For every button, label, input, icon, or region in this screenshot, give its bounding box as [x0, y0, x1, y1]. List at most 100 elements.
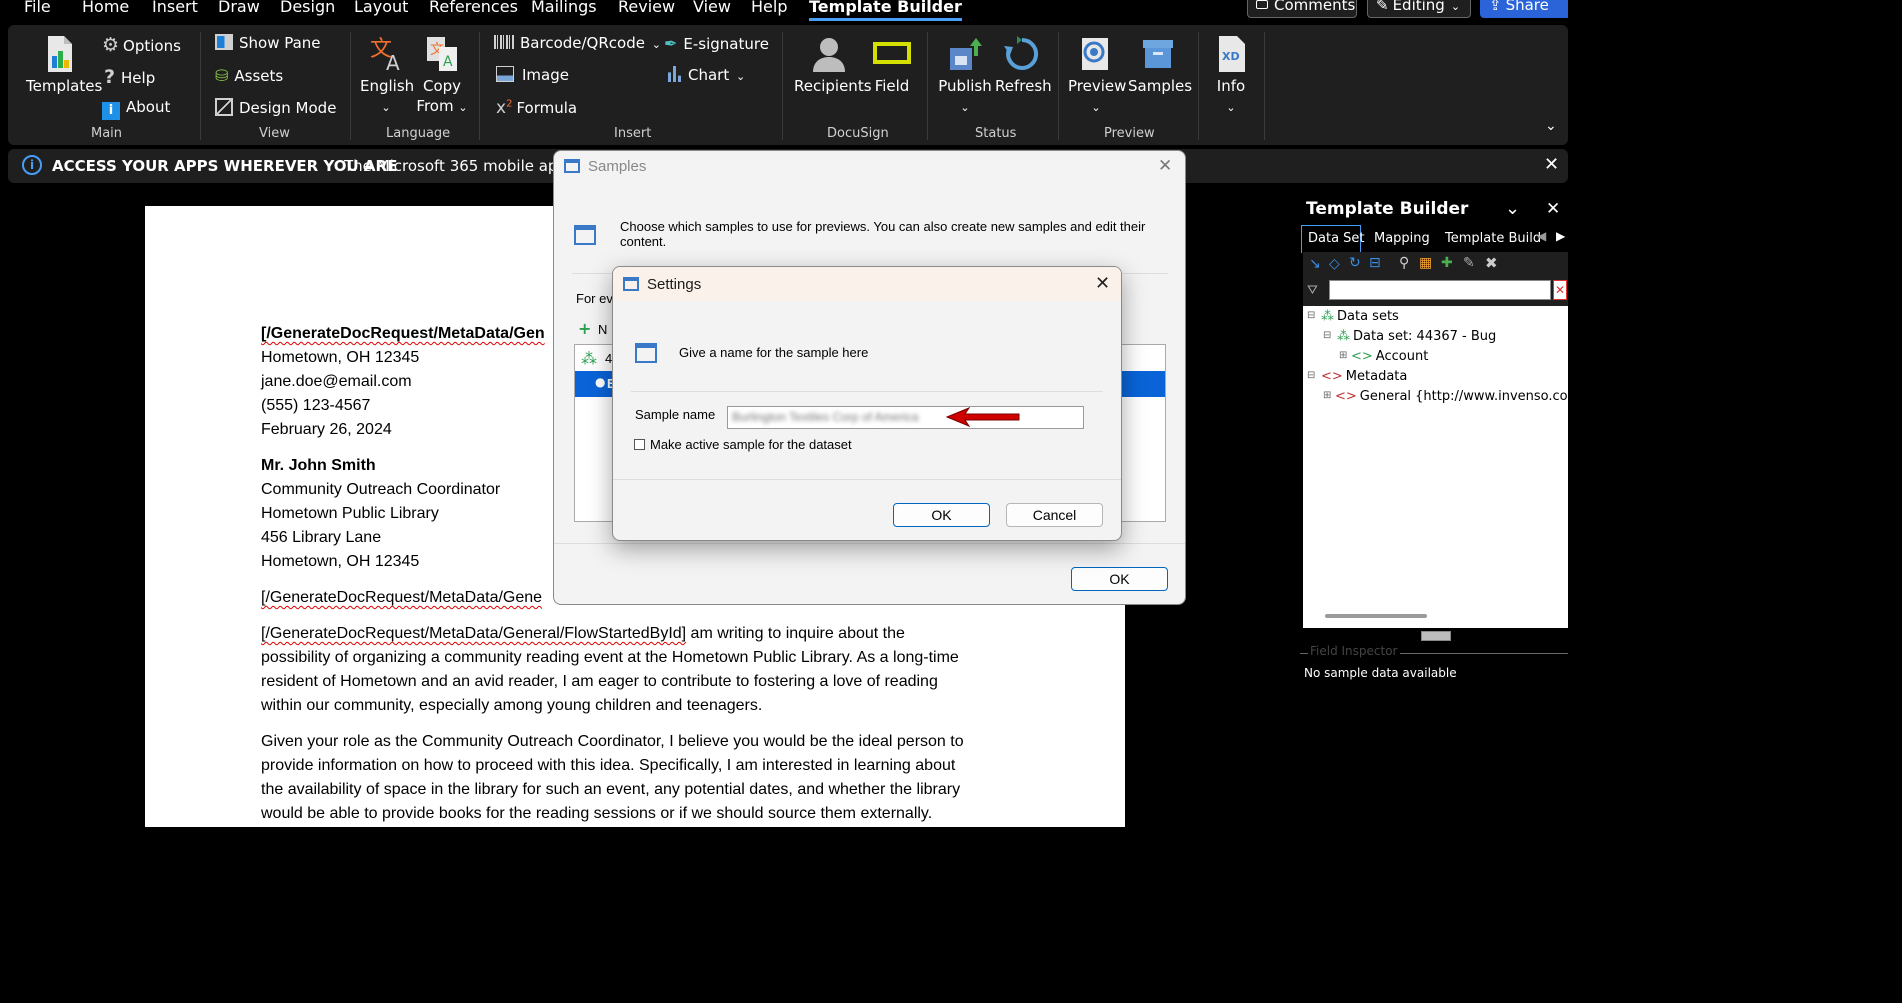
- esignature-button[interactable]: ✒ E-signature: [664, 34, 769, 53]
- tree-data-set[interactable]: ⁂ Data set: 44367 - Bug: [1337, 329, 1496, 344]
- image-label: Image: [522, 66, 569, 84]
- active-sample-label[interactable]: Make active sample for the dataset: [650, 437, 852, 452]
- edit-icon[interactable]: ✎: [1463, 255, 1475, 271]
- scroll-right-icon[interactable]: ▶: [1556, 229, 1565, 243]
- filter-icon: ⛛: [1307, 283, 1318, 298]
- editing-label: Editing: [1392, 0, 1445, 14]
- settings-ok-button[interactable]: OK: [893, 503, 990, 527]
- field-button[interactable]: Field: [872, 34, 912, 96]
- scroll-left-icon[interactable]: ◀: [1537, 229, 1546, 243]
- refresh-button[interactable]: Refresh: [995, 34, 1052, 96]
- tree-metadata[interactable]: <> Metadata: [1321, 369, 1407, 384]
- sample-name-input[interactable]: Burlington Textiles Corp of America: [727, 406, 1084, 429]
- horizontal-scrollbar[interactable]: [1325, 614, 1427, 618]
- tab-mapping[interactable]: Mapping: [1374, 231, 1430, 246]
- expand-icon[interactable]: ⊞: [1339, 350, 1347, 361]
- image-button[interactable]: Image: [496, 66, 569, 84]
- diamond-icon[interactable]: ◇: [1329, 256, 1340, 272]
- samples-label: Samples: [1128, 77, 1193, 95]
- templates-label: Templates: [26, 77, 103, 95]
- publish-button[interactable]: Publish ⌄: [938, 34, 992, 118]
- close-pane-icon[interactable]: ✕: [1546, 199, 1560, 219]
- comments-label: Comments: [1274, 0, 1356, 14]
- splitter-handle[interactable]: [1421, 631, 1451, 641]
- tree-data-sets[interactable]: ⁂ Data sets: [1321, 309, 1399, 324]
- share-button[interactable]: ⇪ Share: [1480, 0, 1568, 18]
- doc-paragraph-line: within our community, especially among y…: [261, 697, 763, 714]
- barcode-button[interactable]: Barcode/QRcode ⌄: [494, 34, 661, 52]
- collapse-icon[interactable]: ⊟: [1323, 330, 1331, 341]
- collapse-icon[interactable]: ⊟: [1307, 310, 1315, 321]
- tab-design[interactable]: Design: [280, 0, 335, 18]
- tab-mailings[interactable]: Mailings: [531, 0, 597, 18]
- tab-draw[interactable]: Draw: [218, 0, 260, 18]
- hierarchy-icon[interactable]: ⚲: [1399, 255, 1409, 271]
- app-window: File Home Insert Draw Design Layout Refe…: [0, 0, 1568, 827]
- close-icon[interactable]: ✕: [1544, 154, 1559, 175]
- info-button[interactable]: XD Info ⌄: [1208, 34, 1254, 118]
- tab-review[interactable]: Review: [618, 0, 675, 18]
- doc-paragraph-line: provide information on how to proceed wi…: [261, 757, 956, 774]
- samples-dialog-title: Samples: [588, 158, 647, 175]
- tab-file[interactable]: File: [24, 0, 51, 18]
- tab-layout[interactable]: Layout: [354, 0, 408, 18]
- chevron-down-icon[interactable]: ⌄: [1505, 198, 1520, 219]
- recipients-button[interactable]: Recipients: [794, 34, 872, 96]
- english-button[interactable]: 文A English ⌄: [360, 34, 414, 118]
- group-divider: [782, 32, 783, 140]
- dataset-tree-icon: ⁂: [1337, 329, 1350, 344]
- add-node-icon[interactable]: ✚: [1441, 255, 1453, 271]
- group-divider: [1264, 32, 1265, 140]
- red-arrow-icon: [945, 406, 1020, 428]
- tab-template-build[interactable]: Template Build: [1445, 231, 1541, 246]
- arrow-icon[interactable]: ↘: [1309, 256, 1321, 272]
- layout-icon[interactable]: ⊟: [1369, 255, 1381, 271]
- new-sample-button[interactable]: N: [598, 322, 607, 337]
- refresh-icon[interactable]: ↻: [1349, 255, 1361, 271]
- group-label-language: Language: [386, 126, 451, 141]
- active-sample-checkbox[interactable]: [634, 439, 645, 450]
- add-icon[interactable]: +: [578, 319, 591, 338]
- tree-general[interactable]: <>General {http://www.invenso.com/s: [1335, 389, 1568, 404]
- publish-label: Publish: [938, 77, 992, 95]
- collapse-icon[interactable]: ⊟: [1307, 370, 1315, 381]
- tab-view[interactable]: View: [693, 0, 731, 18]
- doc-paragraph-line: Given your role as the Community Outreac…: [261, 733, 964, 750]
- editing-button[interactable]: ✎ Editing ⌄: [1367, 0, 1471, 18]
- tab-template-builder[interactable]: Template Builder: [809, 0, 962, 21]
- options-button[interactable]: ⚙ Options: [102, 34, 181, 56]
- copy-from-button[interactable]: 文 A Copy From ⌄: [414, 34, 470, 118]
- delete-icon[interactable]: ✖: [1485, 254, 1498, 272]
- comments-button[interactable]: Comments: [1247, 0, 1357, 18]
- close-icon[interactable]: ✕: [1158, 156, 1172, 176]
- preview-button[interactable]: Preview ⌄: [1068, 34, 1126, 118]
- sample-name-value: Burlington Textiles Corp of America: [732, 410, 919, 424]
- help-button[interactable]: ? Help: [104, 66, 155, 88]
- assets-button[interactable]: ⛁ Assets: [215, 66, 283, 85]
- tab-home[interactable]: Home: [82, 0, 129, 18]
- about-button[interactable]: i About: [102, 98, 170, 120]
- design-mode-button[interactable]: Design Mode: [215, 98, 336, 117]
- formula-button[interactable]: x2 Formula: [496, 98, 577, 118]
- element-icon: <>: [1321, 369, 1343, 384]
- group-label-main: Main: [91, 126, 123, 141]
- close-icon[interactable]: ✕: [1095, 273, 1110, 294]
- chart-button[interactable]: Chart ⌄: [666, 66, 745, 84]
- export-icon[interactable]: ▦: [1419, 255, 1432, 271]
- samples-button[interactable]: Samples: [1128, 34, 1192, 96]
- expand-icon[interactable]: ⊞: [1323, 390, 1331, 401]
- tree-account[interactable]: <> Account: [1351, 349, 1428, 364]
- samples-ok-button[interactable]: OK: [1071, 567, 1168, 591]
- publish-icon: [950, 38, 982, 70]
- collapse-ribbon-icon[interactable]: ⌄: [1545, 118, 1557, 134]
- tab-help[interactable]: Help: [751, 0, 787, 18]
- settings-cancel-button[interactable]: Cancel: [1006, 503, 1103, 527]
- templates-button[interactable]: Templates: [26, 34, 102, 96]
- clear-filter-icon[interactable]: ✕: [1553, 280, 1567, 300]
- filter-input[interactable]: [1329, 280, 1551, 300]
- tab-insert[interactable]: Insert: [152, 0, 198, 18]
- tab-references[interactable]: References: [429, 0, 518, 18]
- chart-label: Chart: [688, 66, 730, 84]
- question-icon: ?: [104, 66, 116, 88]
- show-pane-button[interactable]: Show Pane: [215, 34, 321, 52]
